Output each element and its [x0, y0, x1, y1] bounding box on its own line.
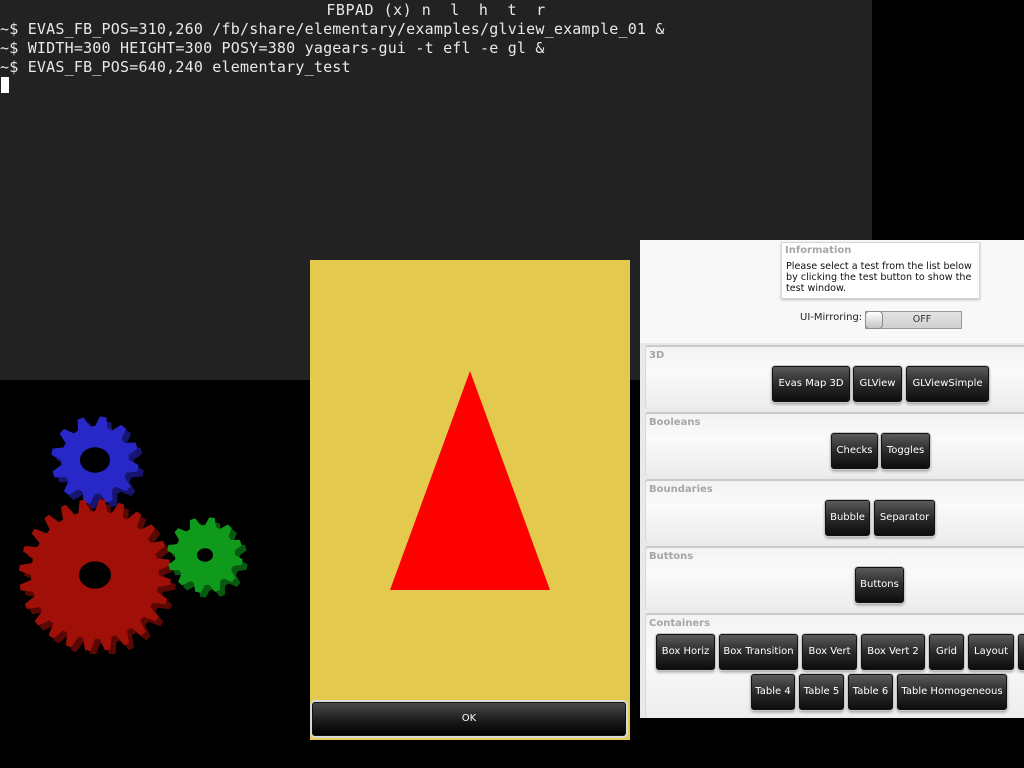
terminal-line-3: ~$ EVAS_FB_POS=640,240 elementary_test	[0, 58, 351, 76]
section-boundaries: Boundaries Bubble Separator	[645, 479, 1024, 543]
ui-mirroring-label: UI-Mirroring:	[800, 312, 863, 323]
buttons-button[interactable]: Buttons	[855, 567, 904, 603]
green-gear	[167, 517, 248, 598]
section-booleans: Booleans Checks Toggles	[645, 412, 1024, 476]
section-buttons: Buttons Buttons	[645, 546, 1024, 610]
section-title: Boundaries	[649, 484, 713, 495]
box-vert-2-button[interactable]: Box Vert 2	[861, 634, 925, 670]
red-triangle	[390, 371, 550, 590]
toggles-button[interactable]: Toggles	[881, 433, 930, 469]
gears-canvas	[19, 416, 248, 656]
information-frame: Information Please select a test from th…	[781, 242, 980, 299]
toggle-state-label: OFF	[912, 314, 932, 325]
terminal-line-1: ~$ EVAS_FB_POS=310,260 /fb/share/element…	[0, 20, 665, 38]
section-3d: 3D Evas Map 3D GLView GLViewSimple	[645, 345, 1024, 409]
section-title: Buttons	[649, 551, 694, 562]
table-6-button[interactable]: Table 6	[848, 674, 893, 710]
box-vert-button[interactable]: Box Vert	[802, 634, 857, 670]
red-gear	[19, 499, 176, 656]
information-text: Please select a test from the list below…	[786, 261, 972, 294]
checks-button[interactable]: Checks	[831, 433, 878, 469]
box-horiz-button[interactable]: Box Horiz	[656, 634, 715, 670]
table-homogeneous-button[interactable]: Table Homogeneous	[897, 674, 1007, 710]
table-4-button[interactable]: Table 4	[751, 674, 795, 710]
info-area: Information Please select a test from th…	[640, 240, 1024, 343]
overflow-button[interactable]	[1018, 634, 1024, 670]
terminal-title: FBPAD (x) n l h t r	[326, 1, 546, 19]
table-5-button[interactable]: Table 5	[799, 674, 844, 710]
section-title: Containers	[649, 618, 711, 629]
section-containers: Containers Box Horiz Box Transition Box …	[645, 613, 1024, 718]
glview-window[interactable]: OK	[310, 260, 630, 740]
terminal-cursor	[1, 77, 9, 93]
blue-gear	[51, 416, 144, 509]
glview-button[interactable]: GLView	[853, 366, 902, 402]
layout-button[interactable]: Layout	[968, 634, 1014, 670]
evas-map-3d-button[interactable]: Evas Map 3D	[772, 366, 850, 402]
ui-mirroring-toggle[interactable]: OFF	[865, 311, 962, 329]
information-title: Information	[785, 245, 852, 256]
terminal-line-2: ~$ WIDTH=300 HEIGHT=300 POSY=380 yagears…	[0, 39, 545, 57]
elementary-test-window[interactable]: Information Please select a test from th…	[640, 240, 1024, 718]
toggle-knob[interactable]	[865, 311, 883, 329]
box-transition-button[interactable]: Box Transition	[719, 634, 798, 670]
glviewsimple-button[interactable]: GLViewSimple	[906, 366, 989, 402]
section-title: Booleans	[649, 417, 701, 428]
separator-button[interactable]: Separator	[874, 500, 935, 536]
glview-canvas	[390, 371, 550, 590]
section-title: 3D	[649, 350, 665, 361]
gears-window[interactable]	[0, 380, 300, 656]
grid-button[interactable]: Grid	[929, 634, 964, 670]
ok-button[interactable]: OK	[312, 702, 626, 736]
bubble-button[interactable]: Bubble	[825, 500, 870, 536]
